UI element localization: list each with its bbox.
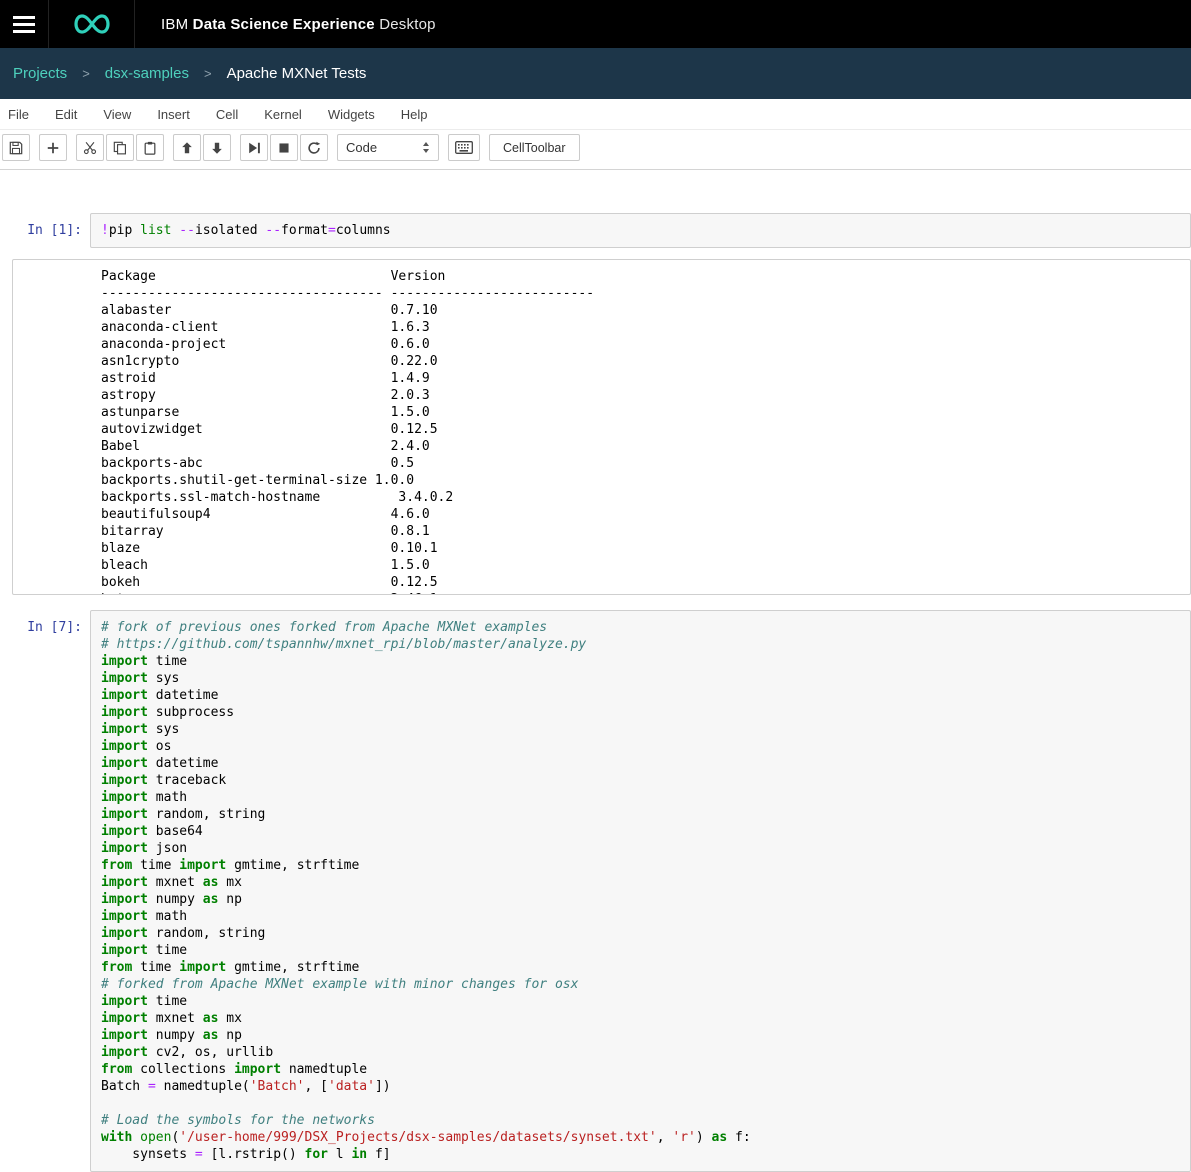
arrow-up-icon (180, 141, 194, 155)
breadcrumb-current-page: Apache MXNet Tests (227, 65, 367, 82)
breadcrumb-separator-icon: > (204, 66, 212, 81)
move-cell-up-button[interactable] (173, 134, 201, 161)
cut-cell-button[interactable] (76, 134, 104, 161)
plus-icon (46, 141, 60, 155)
code-text: !pip list --isolated --format=columns (101, 222, 1180, 239)
menu-cell[interactable]: Cell (203, 99, 251, 129)
notebook-cell[interactable]: In [1]: !pip list --isolated --format=col… (0, 213, 1191, 595)
notebook-menubar: File Edit View Insert Cell Kernel Widget… (0, 99, 1191, 130)
move-cell-down-button[interactable] (203, 134, 231, 161)
output-scroll-area[interactable]: Package Version ------------------------… (12, 259, 1191, 595)
top-app-bar: IBM Data Science Experience Desktop (0, 0, 1191, 48)
select-updown-icon (422, 141, 430, 154)
hamburger-icon (13, 16, 35, 33)
app-title: IBM Data Science Experience Desktop (161, 16, 436, 33)
notebook: In [1]: !pip list --isolated --format=col… (0, 170, 1191, 1172)
code-input[interactable]: !pip list --isolated --format=columns (90, 213, 1191, 248)
run-icon (247, 141, 261, 155)
interrupt-kernel-button[interactable] (270, 134, 298, 161)
breadcrumb-link-dsx-samples[interactable]: dsx-samples (105, 65, 189, 82)
celltoolbar-button[interactable]: CellToolbar (489, 134, 580, 161)
restart-icon (307, 141, 321, 155)
cell-type-value: Code (346, 140, 377, 155)
breadcrumb-separator-icon: > (82, 66, 90, 81)
cell-type-select[interactable]: Code (337, 134, 439, 161)
output-text: Package Version ------------------------… (101, 268, 1190, 595)
hamburger-menu-button[interactable] (0, 0, 48, 48)
command-palette-button[interactable] (448, 134, 480, 161)
restart-kernel-button[interactable] (300, 134, 328, 161)
notebook-toolbar: Code CellToolbar (0, 130, 1191, 170)
input-prompt: In [1]: (0, 213, 90, 248)
dsx-infinity-logo-icon (49, 0, 134, 48)
menu-kernel[interactable]: Kernel (251, 99, 315, 129)
paste-cell-button[interactable] (136, 134, 164, 161)
copy-icon (113, 141, 127, 155)
breadcrumb: Projects > dsx-samples > Apache MXNet Te… (0, 48, 1191, 99)
code-input[interactable]: # fork of previous ones forked from Apac… (90, 610, 1191, 1172)
brand-suffix: Desktop (379, 16, 435, 33)
menu-widgets[interactable]: Widgets (315, 99, 388, 129)
save-button[interactable] (2, 134, 30, 161)
run-cell-button[interactable] (240, 134, 268, 161)
topbar-divider (134, 0, 135, 48)
arrow-down-icon (210, 141, 224, 155)
input-prompt: In [7]: (0, 610, 90, 1172)
brand-name: Data Science Experience (193, 16, 375, 33)
breadcrumb-link-projects[interactable]: Projects (13, 65, 67, 82)
scissors-icon (83, 141, 97, 155)
notebook-cell[interactable]: In [7]:# fork of previous ones forked fr… (0, 610, 1191, 1172)
brand-prefix: IBM (161, 16, 188, 33)
menu-view[interactable]: View (90, 99, 144, 129)
keyboard-icon (455, 141, 473, 154)
stop-icon (277, 141, 291, 155)
menu-file[interactable]: File (8, 99, 42, 129)
code-text: # fork of previous ones forked from Apac… (101, 619, 1180, 1163)
menu-insert[interactable]: Insert (144, 99, 203, 129)
add-cell-button[interactable] (39, 134, 67, 161)
menu-edit[interactable]: Edit (42, 99, 90, 129)
menu-help[interactable]: Help (388, 99, 441, 129)
paste-icon (143, 141, 157, 155)
save-icon (9, 141, 23, 155)
copy-cell-button[interactable] (106, 134, 134, 161)
